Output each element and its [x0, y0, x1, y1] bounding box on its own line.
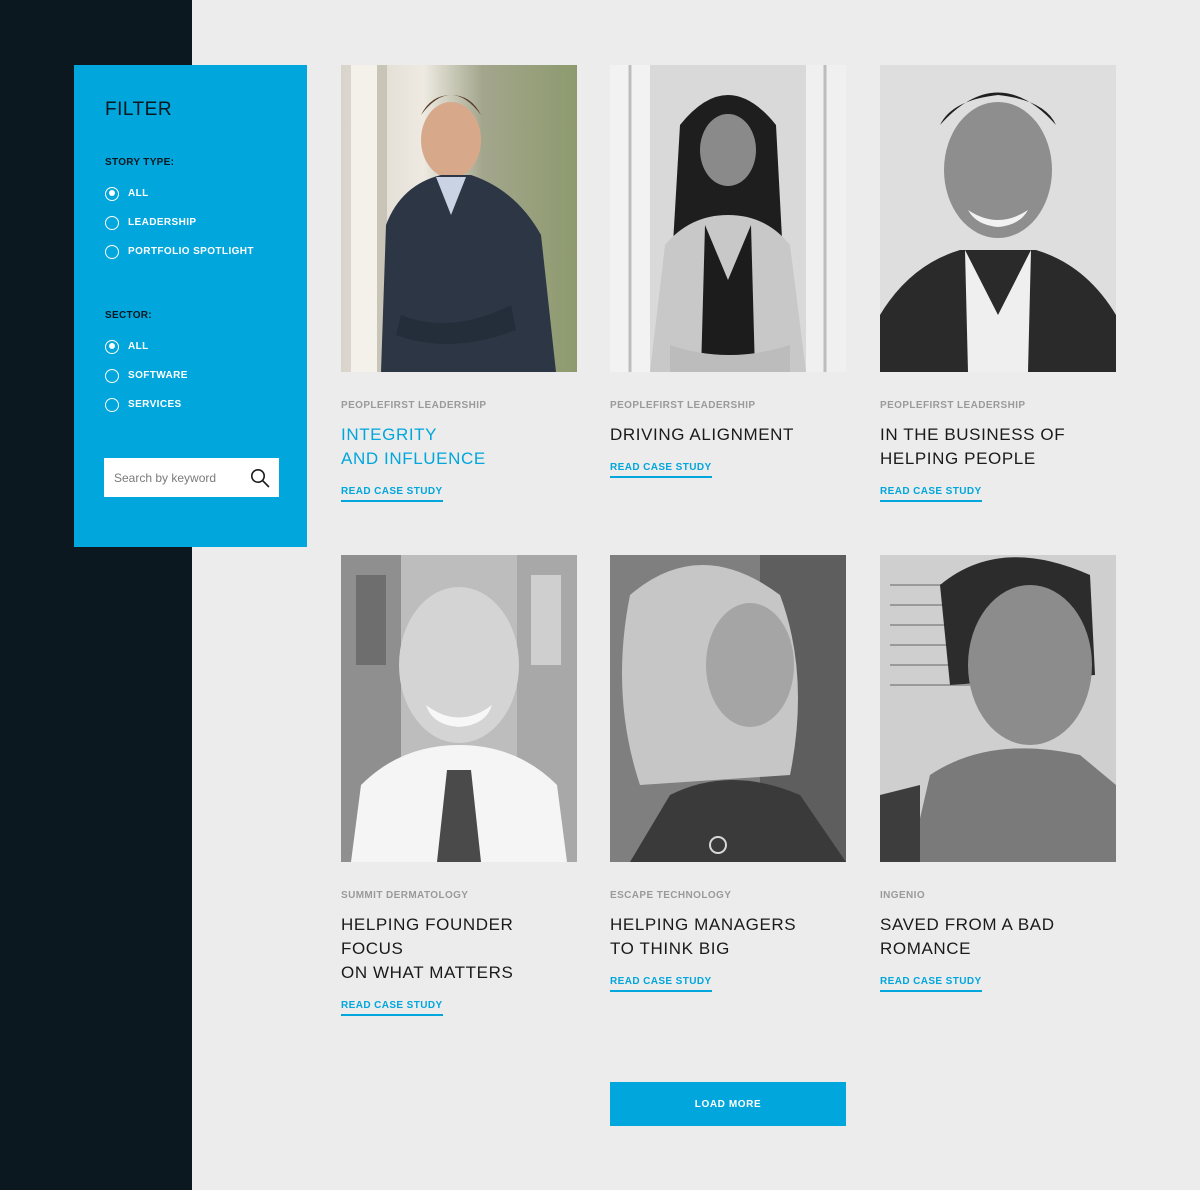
card-title[interactable]: HELPING MANAGERS TO THINK BIG: [610, 913, 846, 961]
case-study-card: PEOPLEFIRST LEADERSHIP INTEGRITY AND INF…: [341, 65, 577, 502]
portrait-photo[interactable]: [880, 555, 1116, 862]
read-case-study-link[interactable]: READ CASE STUDY: [880, 486, 982, 502]
radio-button[interactable]: [105, 368, 119, 383]
story-type-label: STORY TYPE:: [105, 157, 175, 168]
read-case-study-link[interactable]: READ CASE STUDY: [880, 976, 982, 992]
read-case-study-link[interactable]: READ CASE STUDY: [341, 1000, 443, 1016]
card-title[interactable]: SAVED FROM A BAD ROMANCE: [880, 913, 1116, 961]
card-title[interactable]: IN THE BUSINESS OF HELPING PEOPLE: [880, 423, 1116, 471]
card-category: PEOPLEFIRST LEADERSHIP: [610, 400, 756, 411]
card-title[interactable]: DRIVING ALIGNMENT: [610, 423, 846, 447]
story-type-group: STORY TYPE: ALL LEADERSHIP PORTFOLIO SPO…: [105, 157, 307, 266]
sector-option-all[interactable]: ALL: [105, 332, 307, 361]
radio-label: PORTFOLIO SPOTLIGHT: [128, 246, 254, 257]
case-study-card: PEOPLEFIRST LEADERSHIP IN THE BUSINESS O…: [880, 65, 1116, 502]
card-category: PEOPLEFIRST LEADERSHIP: [880, 400, 1026, 411]
portrait-photo[interactable]: [341, 555, 577, 862]
case-study-card: PEOPLEFIRST LEADERSHIP DRIVING ALIGNMENT…: [610, 65, 846, 478]
card-title[interactable]: INTEGRITY AND INFLUENCE: [341, 423, 577, 471]
story-type-option-all[interactable]: ALL: [105, 179, 307, 208]
read-case-study-link[interactable]: READ CASE STUDY: [610, 462, 712, 478]
radio-button[interactable]: [105, 397, 119, 412]
radio-button[interactable]: [105, 215, 119, 230]
sector-label: SECTOR:: [105, 310, 152, 321]
case-study-card: ESCAPE TECHNOLOGY HELPING MANAGERS TO TH…: [610, 555, 846, 992]
card-category: ESCAPE TECHNOLOGY: [610, 890, 732, 901]
case-study-card: SUMMIT DERMATOLOGY HELPING FOUNDER FOCUS…: [341, 555, 577, 1016]
story-type-option-portfolio-spotlight[interactable]: PORTFOLIO SPOTLIGHT: [105, 237, 307, 266]
radio-label: ALL: [128, 188, 149, 199]
radio-label: LEADERSHIP: [128, 217, 197, 228]
story-type-option-leadership[interactable]: LEADERSHIP: [105, 208, 307, 237]
card-category: SUMMIT DERMATOLOGY: [341, 890, 469, 901]
portrait-photo[interactable]: [610, 65, 846, 372]
radio-label: SERVICES: [128, 399, 182, 410]
sector-option-services[interactable]: SERVICES: [105, 390, 307, 419]
load-more-button[interactable]: LOAD MORE: [610, 1082, 846, 1126]
filter-title: FILTER: [105, 99, 173, 120]
portrait-photo[interactable]: [880, 65, 1116, 372]
search-input[interactable]: [114, 470, 244, 485]
radio-label: SOFTWARE: [128, 370, 188, 381]
read-case-study-link[interactable]: READ CASE STUDY: [610, 976, 712, 992]
portrait-photo[interactable]: [610, 555, 846, 862]
radio-label: ALL: [128, 341, 149, 352]
sector-group: SECTOR: ALL SOFTWARE SERVICES: [105, 310, 307, 419]
radio-button-checked[interactable]: [105, 186, 119, 201]
radio-button-checked[interactable]: [105, 339, 119, 354]
filter-panel: FILTER STORY TYPE: ALL LEADERSHIP PORTFO…: [74, 65, 307, 547]
sector-option-software[interactable]: SOFTWARE: [105, 361, 307, 390]
portrait-photo[interactable]: [341, 65, 577, 372]
radio-button[interactable]: [105, 244, 119, 259]
card-category: INGENIO: [880, 890, 926, 901]
case-study-card: INGENIO SAVED FROM A BAD ROMANCE READ CA…: [880, 555, 1116, 992]
card-title[interactable]: HELPING FOUNDER FOCUS ON WHAT MATTERS: [341, 913, 577, 985]
search-box: [104, 458, 279, 497]
card-category: PEOPLEFIRST LEADERSHIP: [341, 400, 487, 411]
read-case-study-link[interactable]: READ CASE STUDY: [341, 486, 443, 502]
search-icon[interactable]: [250, 468, 270, 488]
